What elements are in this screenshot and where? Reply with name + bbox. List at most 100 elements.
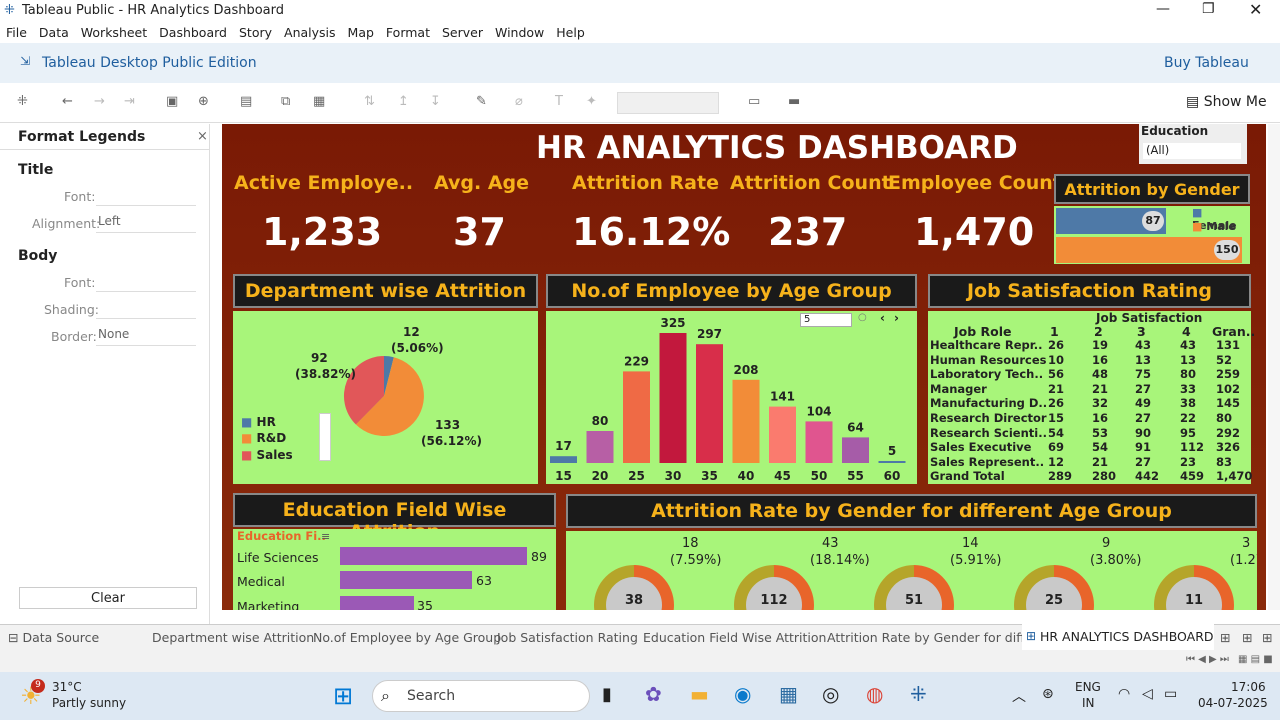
menu-window[interactable]: Window bbox=[495, 25, 544, 40]
donut-chart[interactable]: 11 bbox=[1154, 565, 1234, 610]
task-view-icon[interactable]: ▮ bbox=[602, 684, 612, 705]
edu-bar-medical[interactable] bbox=[340, 571, 472, 589]
age-bar-45[interactable] bbox=[769, 406, 796, 463]
format-pane-title: Format Legends bbox=[18, 129, 146, 145]
age-bar-55[interactable] bbox=[842, 437, 869, 463]
age-bar-20[interactable] bbox=[586, 431, 614, 463]
highlight-icon[interactable]: ✎ bbox=[476, 94, 487, 109]
battery-icon[interactable]: ▭ bbox=[1164, 686, 1177, 702]
forward-icon[interactable]: → bbox=[94, 94, 105, 109]
border-select[interactable]: None bbox=[96, 327, 196, 346]
close-pane-icon[interactable]: × bbox=[197, 129, 208, 144]
menu-help[interactable]: Help bbox=[556, 25, 585, 40]
minimize-icon[interactable]: — bbox=[1156, 1, 1170, 17]
menu-story[interactable]: Story bbox=[239, 25, 272, 40]
donut-chart[interactable]: 51 bbox=[874, 565, 954, 610]
file-explorer-icon[interactable]: ▬ bbox=[690, 682, 709, 706]
language-2[interactable]: IN bbox=[1082, 696, 1095, 710]
age-bar-60[interactable] bbox=[878, 461, 906, 463]
network-status-icon[interactable]: ⊛ bbox=[1042, 686, 1054, 702]
tab-dept[interactable]: Department wise Attrition bbox=[152, 630, 314, 645]
tab-data-source[interactable]: ⊟ Data Source bbox=[8, 630, 99, 645]
clock-time[interactable]: 17:06 bbox=[1231, 680, 1266, 694]
label-icon[interactable]: T bbox=[555, 94, 563, 109]
wifi-icon[interactable]: ◠ bbox=[1118, 686, 1130, 702]
chevron-up-icon[interactable]: ︿ bbox=[1012, 686, 1026, 706]
age-bar-15[interactable] bbox=[550, 456, 577, 463]
search-box[interactable]: ⌕ Search bbox=[372, 680, 590, 712]
tab-nav-icon[interactable]: ⏮ ◀ ▶ ⏭ bbox=[1186, 654, 1229, 665]
body-font-select[interactable] bbox=[96, 273, 196, 292]
education-filter[interactable]: Education (All) bbox=[1139, 124, 1247, 164]
volume-icon[interactable]: ◁ bbox=[1142, 686, 1153, 702]
presentation-icon[interactable]: ▭ bbox=[748, 94, 760, 109]
maximize-icon[interactable]: ❐ bbox=[1202, 1, 1215, 17]
swap-icon[interactable]: ⇅ bbox=[364, 94, 375, 109]
view-mode-icon[interactable]: ▦ ▤ ■ bbox=[1238, 654, 1273, 665]
clear-button[interactable]: Clear bbox=[19, 587, 197, 609]
menu-file[interactable]: File bbox=[6, 25, 27, 40]
new-story-tab-icon[interactable]: ⊞ bbox=[1262, 630, 1272, 645]
menu-worksheet[interactable]: Worksheet bbox=[81, 25, 147, 40]
chrome-icon[interactable]: ◍ bbox=[866, 682, 883, 706]
menu-dashboard[interactable]: Dashboard bbox=[159, 25, 227, 40]
back-icon[interactable]: ← bbox=[62, 94, 73, 109]
copilot-icon[interactable]: ✿ bbox=[645, 682, 662, 706]
alignment-select[interactable]: Left bbox=[96, 214, 196, 233]
windows-start-icon[interactable]: ⊞ bbox=[333, 682, 353, 710]
sort-asc-icon[interactable]: ↥ bbox=[398, 94, 409, 109]
buy-tableau-link[interactable]: Buy Tableau bbox=[1164, 55, 1249, 71]
pin-axis-icon[interactable]: ✦ bbox=[586, 94, 597, 109]
tab-edu[interactable]: Education Field Wise Attrition bbox=[643, 630, 826, 645]
new-sheet-icon[interactable]: ▤ bbox=[240, 94, 252, 109]
dept-panel: 12 (5.06%) 133 (56.12%) 92 (38.82%) ■ HR… bbox=[233, 311, 538, 484]
duplicate-icon[interactable]: ⧉ bbox=[281, 94, 290, 109]
fit-dropdown[interactable] bbox=[617, 92, 719, 114]
tab-age[interactable]: No.of Employee by Age Group bbox=[313, 630, 501, 645]
menu-server[interactable]: Server bbox=[442, 25, 483, 40]
clear-sheet-icon[interactable]: ▦ bbox=[313, 94, 325, 109]
job-cell: 49 bbox=[1135, 396, 1152, 411]
legend-scrollbar[interactable] bbox=[319, 413, 331, 461]
shading-select[interactable] bbox=[96, 300, 196, 319]
save-icon[interactable]: ▣ bbox=[166, 94, 178, 109]
tab-dashboard-active[interactable]: ⊞ HR ANALYTICS DASHBOARD bbox=[1022, 624, 1214, 650]
edu-bar-marketing[interactable] bbox=[340, 596, 414, 610]
store-icon[interactable]: ▦ bbox=[779, 682, 798, 706]
group-icon[interactable]: ⌀ bbox=[515, 94, 523, 109]
age-bar-30[interactable] bbox=[659, 333, 687, 463]
font-select[interactable] bbox=[96, 187, 196, 206]
edu-bar-life-sciences[interactable] bbox=[340, 547, 527, 565]
donut-chart[interactable]: 112 bbox=[734, 565, 814, 610]
clock-date[interactable]: 04-07-2025 bbox=[1198, 696, 1268, 710]
device-preview-icon[interactable]: ▬ bbox=[788, 94, 800, 109]
edge-icon[interactable]: ◉ bbox=[734, 682, 751, 706]
sort-icon[interactable]: ≡ bbox=[321, 530, 330, 543]
redo-icon[interactable]: ⇥ bbox=[124, 94, 135, 109]
new-sheet-tab-icon[interactable]: ⊞ bbox=[1220, 630, 1230, 645]
age-bar-25[interactable] bbox=[623, 371, 650, 463]
dell-icon[interactable]: ◎ bbox=[822, 682, 839, 706]
menu-map[interactable]: Map bbox=[348, 25, 374, 40]
age-bar-50[interactable] bbox=[805, 421, 833, 463]
close-icon[interactable]: ✕ bbox=[1249, 0, 1262, 19]
new-datasource-icon[interactable]: ⊕ bbox=[198, 94, 209, 109]
sort-desc-icon[interactable]: ↧ bbox=[430, 94, 441, 109]
education-filter-select[interactable]: (All) bbox=[1143, 143, 1241, 159]
tab-agegender[interactable]: Attrition Rate by Gender for diffe... bbox=[827, 630, 1044, 645]
new-dashboard-tab-icon[interactable]: ⊞ bbox=[1242, 630, 1252, 645]
language-1[interactable]: ENG bbox=[1075, 680, 1101, 694]
vertical-scrollbar[interactable] bbox=[1268, 124, 1280, 610]
tableau-taskbar-icon[interactable]: ⁜ bbox=[910, 682, 927, 706]
age-bar-35[interactable] bbox=[696, 344, 723, 463]
show-me-button[interactable]: ▤ Show Me bbox=[1186, 94, 1267, 110]
donut-chart[interactable]: 38 bbox=[594, 565, 674, 610]
job-cell: 292 bbox=[1216, 425, 1241, 440]
age-bar-40[interactable] bbox=[732, 379, 760, 463]
menu-analysis[interactable]: Analysis bbox=[284, 25, 336, 40]
tableau-logo-icon[interactable]: ⁜ bbox=[17, 94, 28, 109]
menu-format[interactable]: Format bbox=[386, 25, 430, 40]
menu-data[interactable]: Data bbox=[39, 25, 69, 40]
donut-chart[interactable]: 25 bbox=[1014, 565, 1094, 610]
tab-job[interactable]: Job Satisfaction Rating bbox=[497, 630, 638, 645]
